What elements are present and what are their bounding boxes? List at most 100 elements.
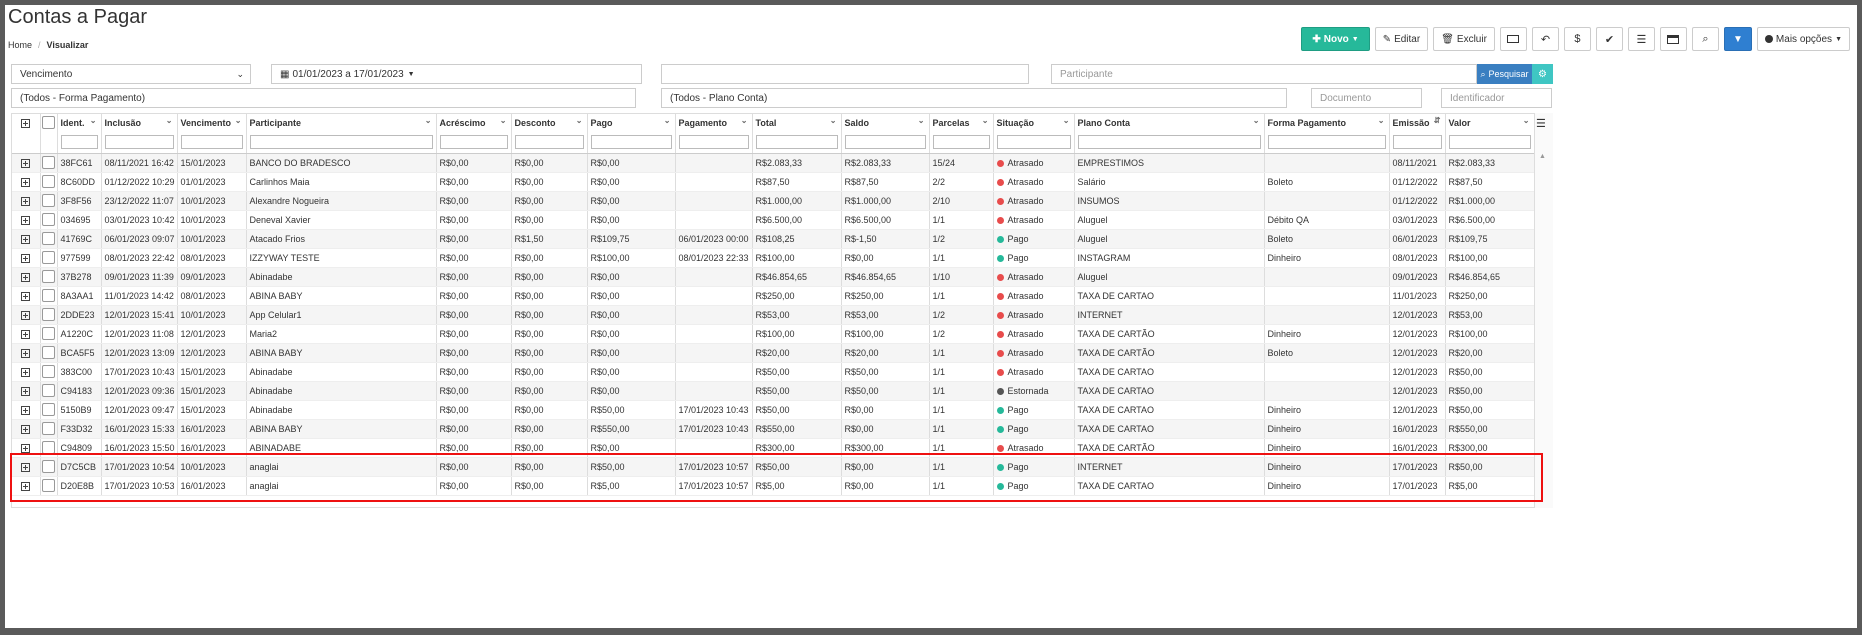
expand-cell[interactable]	[12, 210, 41, 230]
plano-conta-select[interactable]: (Todos - Plano Conta)	[661, 88, 1287, 108]
column-filter-input[interactable]	[1448, 134, 1531, 149]
chevron-down-icon[interactable]: ⌄	[576, 116, 583, 125]
table-row[interactable]: 8A3AA1 11/01/2023 14:42 08/01/2023 ABINA BA…	[12, 286, 1535, 306]
select-cell[interactable]	[40, 286, 58, 306]
table-row[interactable]: 977599 08/01/2023 22:42 08/01/2023 IZZYWAY …	[12, 248, 1535, 268]
table-row[interactable]: 034695 03/01/2023 10:42 10/01/2023 Deneval …	[12, 210, 1535, 230]
table-row[interactable]: 37B278 09/01/2023 11:39 09/01/2023 Abinadab…	[12, 267, 1535, 287]
column-header-vencimento[interactable]: Vencimento ⌄	[177, 114, 247, 131]
column-filter-input[interactable]	[439, 134, 508, 149]
documento-input[interactable]: Documento	[1311, 88, 1422, 108]
expand-row-icon[interactable]	[21, 158, 31, 168]
chevron-down-icon[interactable]: ⌄	[982, 116, 989, 125]
expand-cell[interactable]	[12, 153, 41, 173]
expand-row-icon[interactable]	[21, 443, 31, 453]
row-checkbox[interactable]	[41, 460, 55, 473]
expand-cell[interactable]	[12, 476, 41, 496]
row-checkbox[interactable]	[41, 270, 55, 283]
expand-row-icon[interactable]	[21, 329, 31, 339]
search-button[interactable]: ⌕	[1691, 27, 1719, 51]
expand-cell[interactable]	[12, 172, 41, 192]
row-checkbox[interactable]	[41, 403, 55, 416]
table-row[interactable]: D20E8B 17/01/2023 10:53 16/01/2023 anaglai R…	[12, 476, 1535, 496]
expand-row-icon[interactable]	[21, 196, 31, 206]
expand-cell[interactable]	[12, 267, 41, 287]
chevron-down-icon[interactable]: ⌄	[500, 116, 507, 125]
row-checkbox[interactable]	[41, 384, 55, 397]
expand-cell[interactable]	[12, 343, 41, 363]
novo-button[interactable]: ✚ Novo ▼	[1301, 27, 1370, 51]
column-header-emissao[interactable]: Emissão ⇵	[1389, 114, 1446, 131]
column-header-total[interactable]: Total ⌄	[752, 114, 842, 131]
table-row[interactable]: 2DDE23 12/01/2023 15:41 10/01/2023 App Celu…	[12, 305, 1535, 325]
table-row[interactable]: 38FC61 08/11/2021 16:42 15/01/2023 BANCO DO…	[12, 153, 1535, 173]
select-cell[interactable]	[40, 457, 58, 477]
column-header-participante[interactable]: Participante ⌄	[246, 114, 437, 131]
select-cell[interactable]	[40, 343, 58, 363]
participante-input[interactable]: Participante	[1051, 64, 1477, 84]
row-checkbox[interactable]	[41, 156, 55, 169]
expand-row-icon[interactable]	[21, 234, 31, 244]
row-checkbox[interactable]	[41, 327, 55, 340]
select-cell[interactable]	[40, 438, 58, 458]
column-header-desconto[interactable]: Desconto ⌄	[511, 114, 588, 131]
expand-row-icon[interactable]	[21, 291, 31, 301]
expand-row-icon[interactable]	[21, 177, 31, 187]
expand-cell[interactable]	[12, 438, 41, 458]
table-row[interactable]: 383C00 17/01/2023 10:43 15/01/2023 Abinadab…	[12, 362, 1535, 382]
chevron-down-icon[interactable]: ⌄	[235, 116, 242, 125]
sort-icon[interactable]: ⇵	[1434, 116, 1441, 125]
select-cell[interactable]	[40, 248, 58, 268]
text-search-input[interactable]	[661, 64, 1029, 84]
table-row[interactable]: BCA5F5 12/01/2023 13:09 12/01/2023 ABINA BA…	[12, 343, 1535, 363]
expand-cell[interactable]	[12, 419, 41, 439]
excluir-button[interactable]: 🗑 Excluir	[1433, 27, 1495, 51]
expand-cell[interactable]	[12, 191, 41, 211]
column-header-acrescimo[interactable]: Acréscimo ⌄	[436, 114, 512, 131]
select-cell[interactable]	[40, 229, 58, 249]
chevron-down-icon[interactable]: ⌄	[741, 116, 748, 125]
select-cell[interactable]	[40, 153, 58, 173]
chevron-down-icon[interactable]: ⌄	[166, 116, 173, 125]
check-button[interactable]: ✔	[1595, 27, 1623, 51]
expand-row-icon[interactable]	[21, 348, 31, 358]
dollar-button[interactable]: $	[1563, 27, 1591, 51]
column-header-saldo[interactable]: Saldo ⌄	[841, 114, 930, 131]
column-menu-icon[interactable]: ☰	[1536, 117, 1546, 130]
chevron-down-icon[interactable]: ⌄	[1523, 116, 1530, 125]
column-header-pago[interactable]: Pago ⌄	[587, 114, 676, 131]
expand-row-icon[interactable]	[21, 215, 31, 225]
select-cell[interactable]	[40, 476, 58, 496]
column-filter-input[interactable]	[932, 134, 990, 149]
card-button[interactable]	[1659, 27, 1687, 51]
chevron-down-icon[interactable]: ⌄	[664, 116, 671, 125]
breadcrumb-home[interactable]: Home	[8, 40, 32, 50]
column-filter-input[interactable]	[844, 134, 926, 149]
expand-cell[interactable]	[12, 229, 41, 249]
expand-cell[interactable]	[12, 400, 41, 420]
table-scrollbar[interactable]	[1534, 113, 1553, 508]
column-header-situacao[interactable]: Situação ⌄	[993, 114, 1075, 131]
select-cell[interactable]	[40, 210, 58, 230]
select-cell[interactable]	[40, 305, 58, 325]
chevron-down-icon[interactable]: ⌄	[830, 116, 837, 125]
row-checkbox[interactable]	[41, 308, 55, 321]
column-filter-input[interactable]	[1392, 134, 1442, 149]
chevron-down-icon[interactable]: ⌄	[425, 116, 432, 125]
select-all-checkbox[interactable]	[41, 116, 55, 129]
expand-cell[interactable]	[12, 381, 41, 401]
column-filter-input[interactable]	[755, 134, 838, 149]
select-cell[interactable]	[40, 381, 58, 401]
table-row[interactable]: F33D32 16/01/2023 15:33 16/01/2023 ABINA BA…	[12, 419, 1535, 439]
money-button[interactable]	[1499, 27, 1527, 51]
row-checkbox[interactable]	[41, 289, 55, 302]
row-checkbox[interactable]	[41, 422, 55, 435]
column-header-valor[interactable]: Valor ⌄	[1445, 114, 1535, 131]
pesquisar-button[interactable]: ⌕ Pesquisar	[1477, 64, 1532, 84]
row-checkbox[interactable]	[41, 479, 55, 492]
row-checkbox[interactable]	[41, 175, 55, 188]
column-header-forma-pagamento[interactable]: Forma Pagamento ⌄	[1264, 114, 1390, 131]
settings-button[interactable]: ⚙	[1532, 64, 1553, 84]
expand-all-header[interactable]	[12, 114, 41, 131]
column-filter-input[interactable]	[514, 134, 584, 149]
